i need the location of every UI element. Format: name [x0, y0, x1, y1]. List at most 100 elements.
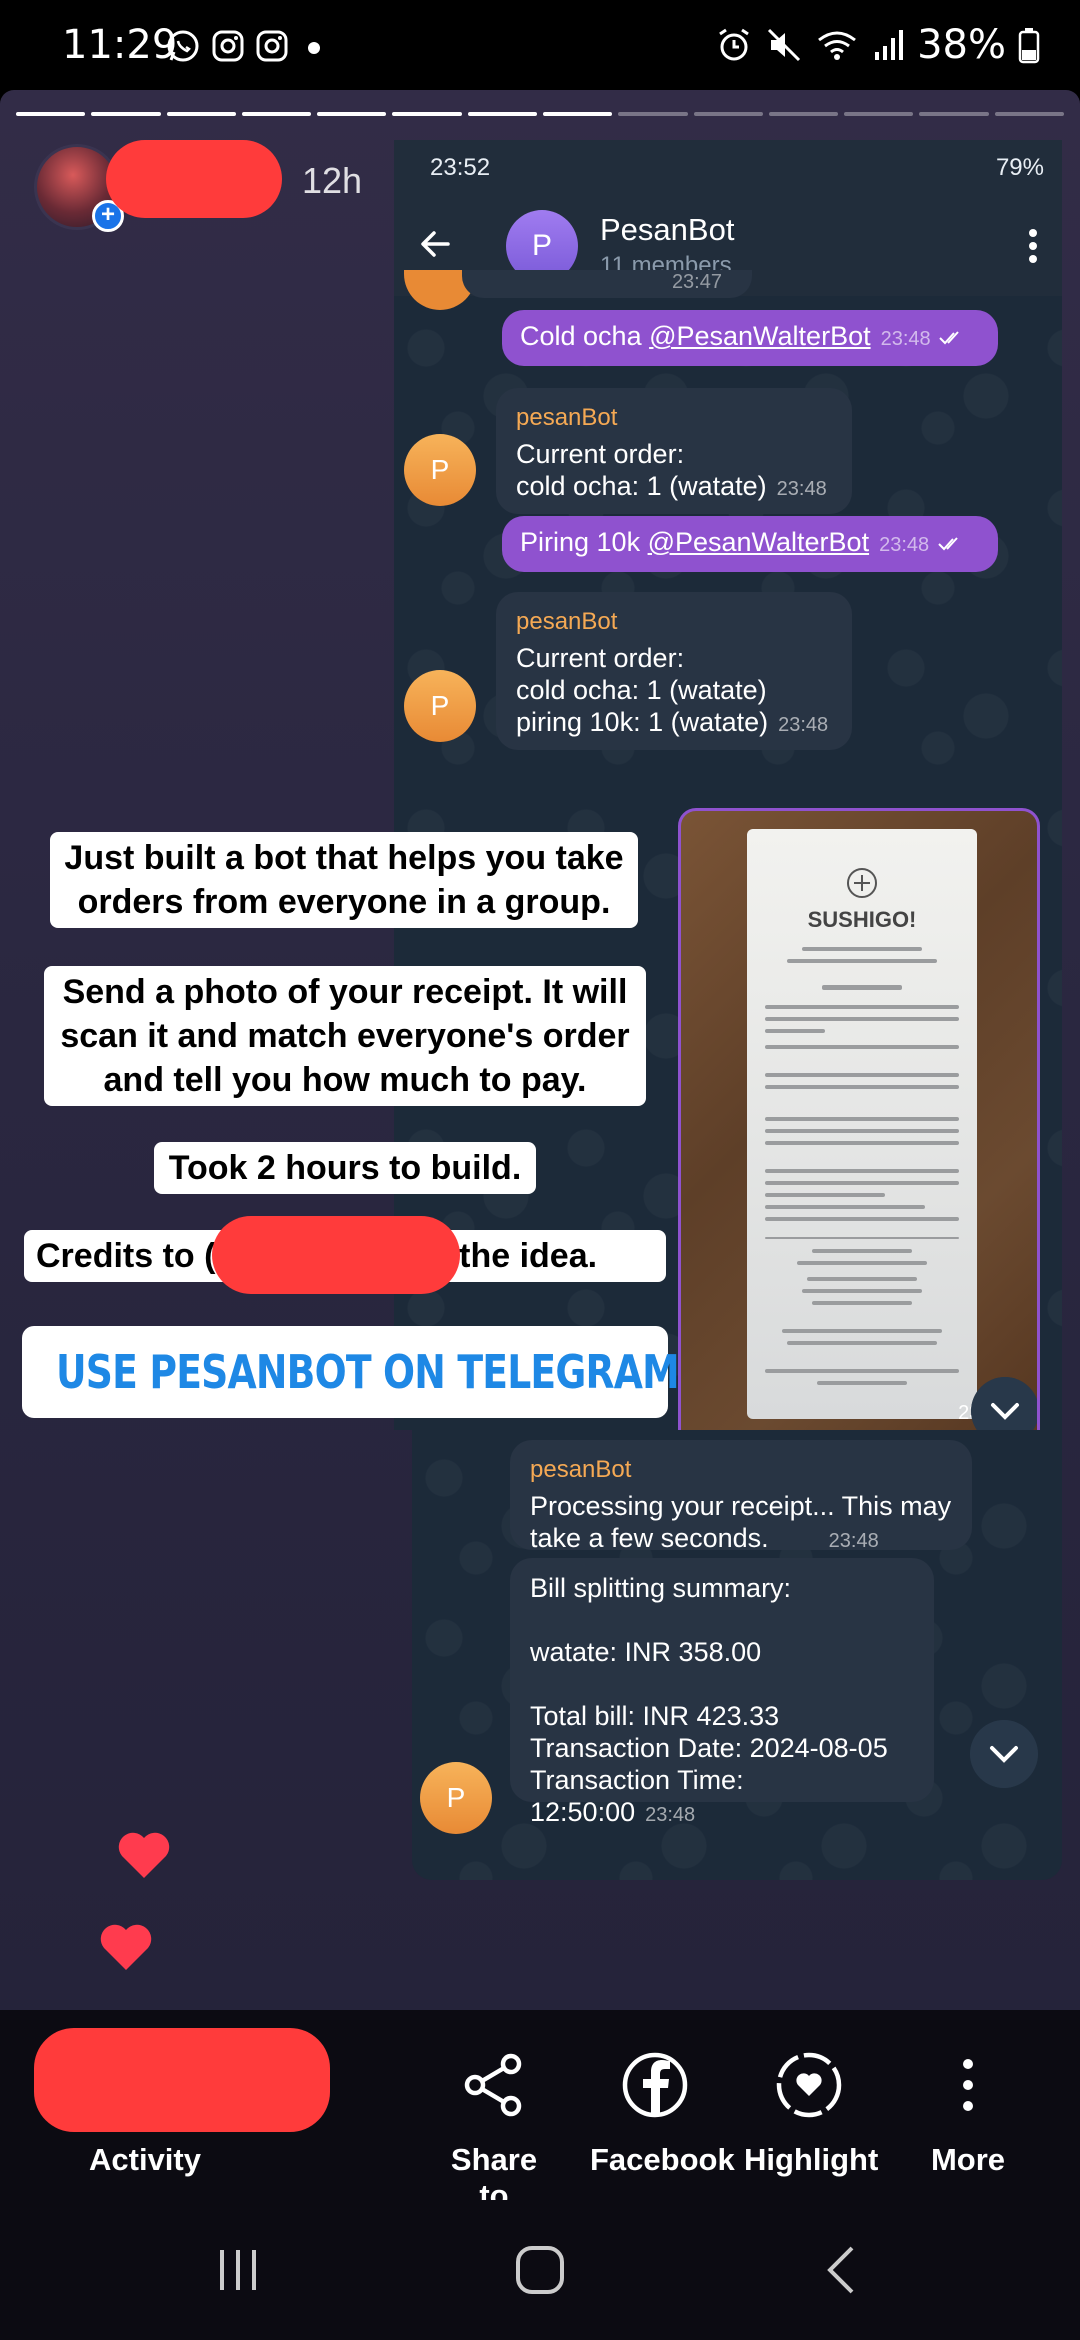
- message-text: Piring 10k: [520, 527, 648, 557]
- mention-link: @PesanWalterBot: [649, 321, 871, 351]
- message-line: cold ocha: 1 (watate): [516, 675, 767, 705]
- message-time: 23:48: [880, 328, 931, 350]
- more-vertical-icon: [1029, 229, 1037, 263]
- telegram-link-sticker[interactable]: USE PESANBOT ON TELEGRAM: [22, 1326, 680, 1418]
- message-time: 23:48: [828, 1530, 879, 1552]
- story-action-bar: Activity Share to Facebook Highlight Mor…: [0, 2010, 1080, 2213]
- highlight-button[interactable]: Highlight: [744, 2050, 878, 2178]
- message-line: [530, 1604, 914, 1636]
- message-time: 23:47: [671, 271, 722, 293]
- caption-line: Credits to (: [36, 1237, 216, 1275]
- story-progress-segment: [542, 112, 613, 116]
- receipt-photo: SUSHIGO!: [678, 808, 1040, 1430]
- signal-icon: [875, 30, 904, 60]
- status-bar: 11:29 38%: [0, 0, 1080, 90]
- story-caption-1: Just built a bot that helps you take ord…: [50, 832, 638, 928]
- tg-status-time: 23:52: [430, 154, 491, 181]
- double-check-icon: [939, 331, 959, 345]
- caption-line: orders from everyone in a group.: [77, 883, 611, 921]
- story-progress-segment: [768, 112, 839, 116]
- action-label: Highlight: [744, 2142, 879, 2177]
- message-time: 23:48: [645, 1804, 696, 1826]
- message-time: 23:48: [776, 478, 827, 500]
- instagram-icon: [256, 30, 288, 62]
- story-caption-3: Took 2 hours to build.: [154, 1142, 536, 1194]
- story-progress-segment: [919, 112, 989, 116]
- bot-avatar: P: [404, 434, 476, 506]
- tg-battery: 79%: [995, 154, 1044, 181]
- message-line: Transaction Time: 12:50:00: [530, 1765, 744, 1827]
- caption-line: scan it and match everyone's order: [60, 1017, 630, 1055]
- story-progress-segment: [317, 112, 387, 116]
- message-line: Bill splitting summary:: [530, 1573, 792, 1603]
- partial-bubble: 23:47: [462, 270, 752, 298]
- alarm-icon: [719, 28, 749, 61]
- story-progress-segment: [467, 112, 537, 116]
- story-progress-segment: [994, 112, 1064, 116]
- dot-icon: [308, 42, 320, 54]
- story-time: 12h: [302, 160, 363, 201]
- share-button[interactable]: Share to: [434, 2050, 554, 2214]
- message-line: Current order:: [516, 439, 685, 469]
- message-line: take a few seconds.: [530, 1523, 769, 1553]
- system-nav-bar: [0, 2200, 1080, 2340]
- message-bubble-outgoing: Cold ocha @PesanWalterBot 23:48: [502, 310, 998, 366]
- message-line: Current order:: [516, 643, 685, 673]
- scroll-down-button: [971, 1377, 1037, 1430]
- caption-line: and tell you how much to pay.: [103, 1061, 587, 1099]
- more-button[interactable]: More: [918, 2050, 1018, 2178]
- mute-icon: [768, 28, 801, 62]
- bot-avatar: P: [420, 1762, 492, 1834]
- mention-link: @PesanWalterBot: [647, 527, 870, 557]
- message-text: Cold ocha: [520, 321, 650, 351]
- tg-status-bar: 23:52 79%: [394, 140, 1062, 196]
- wifi-icon: [818, 31, 857, 60]
- message-bubble-incoming: pesanBot Current order: cold ocha: 1 (wa…: [496, 388, 852, 514]
- story-progress-segment: [16, 112, 86, 116]
- status-right: 38%: [715, 22, 1040, 68]
- link-sticker-label: USE PESANBOT ON TELEGRAM: [56, 1345, 680, 1399]
- redacted-username: [106, 140, 282, 218]
- message-time: 23:48: [778, 714, 829, 736]
- heart-icon: [118, 1832, 170, 1878]
- battery-percent: 38%: [917, 22, 1006, 68]
- status-time: 11:29: [62, 22, 178, 68]
- story-progress-segment: [693, 112, 763, 116]
- story-progress-segment: [241, 112, 312, 116]
- back-arrow-icon: [421, 231, 450, 257]
- story-progress-segment: [91, 112, 161, 116]
- message-line: Transaction Date: 2024-08-05: [530, 1733, 888, 1763]
- instagram-icon: [212, 30, 244, 62]
- bot-avatar: P: [404, 670, 476, 742]
- recent-apps-icon[interactable]: [208, 2240, 268, 2300]
- message-bubble-outgoing: Piring 10k @PesanWalterBot 23:48: [502, 516, 998, 572]
- message-bubble-incoming: pesanBot Processing your receipt... This…: [510, 1440, 972, 1553]
- sushigo-logo-icon: [847, 868, 877, 898]
- scroll-down-button: [970, 1720, 1038, 1788]
- home-icon[interactable]: [510, 2240, 570, 2300]
- heart-icon: [100, 1924, 152, 1970]
- message-bubble-incoming: pesanBot Current order: cold ocha: 1 (wa…: [496, 592, 852, 750]
- caption-line: Just built a bot that helps you take: [64, 839, 624, 877]
- redacted-name: [212, 1216, 460, 1294]
- message-line: Processing your receipt... This may: [530, 1491, 952, 1521]
- message-line: [530, 1668, 914, 1700]
- sender-name: pesanBot: [516, 608, 618, 635]
- facebook-button[interactable]: Facebook: [590, 2050, 735, 2178]
- notification-icons: [165, 28, 329, 64]
- story-caption-2: Send a photo of your receipt. It will sc…: [44, 966, 646, 1106]
- story-progress-segment: [166, 112, 236, 116]
- message-line: Total bill: INR 423.33: [530, 1701, 780, 1731]
- group-name: PesanBot: [600, 212, 735, 247]
- story-progress-segment: [392, 112, 462, 116]
- more-vertical-icon: [963, 2059, 973, 2111]
- story-progress: [16, 112, 1064, 116]
- receipt-paper: SUSHIGO!: [747, 829, 977, 1419]
- whatsapp-icon: [167, 30, 199, 62]
- back-icon[interactable]: [812, 2240, 872, 2300]
- message-line: piring 10k: 1 (watate): [516, 707, 769, 737]
- story-viewer[interactable]: + 12h 23:52 79% P PesanBot 11 members 23…: [0, 90, 1080, 2010]
- caption-line: Took 2 hours to build.: [168, 1149, 522, 1187]
- message-line: cold ocha: 1 (watate): [516, 471, 767, 501]
- receipt-title: SUSHIGO!: [807, 907, 917, 932]
